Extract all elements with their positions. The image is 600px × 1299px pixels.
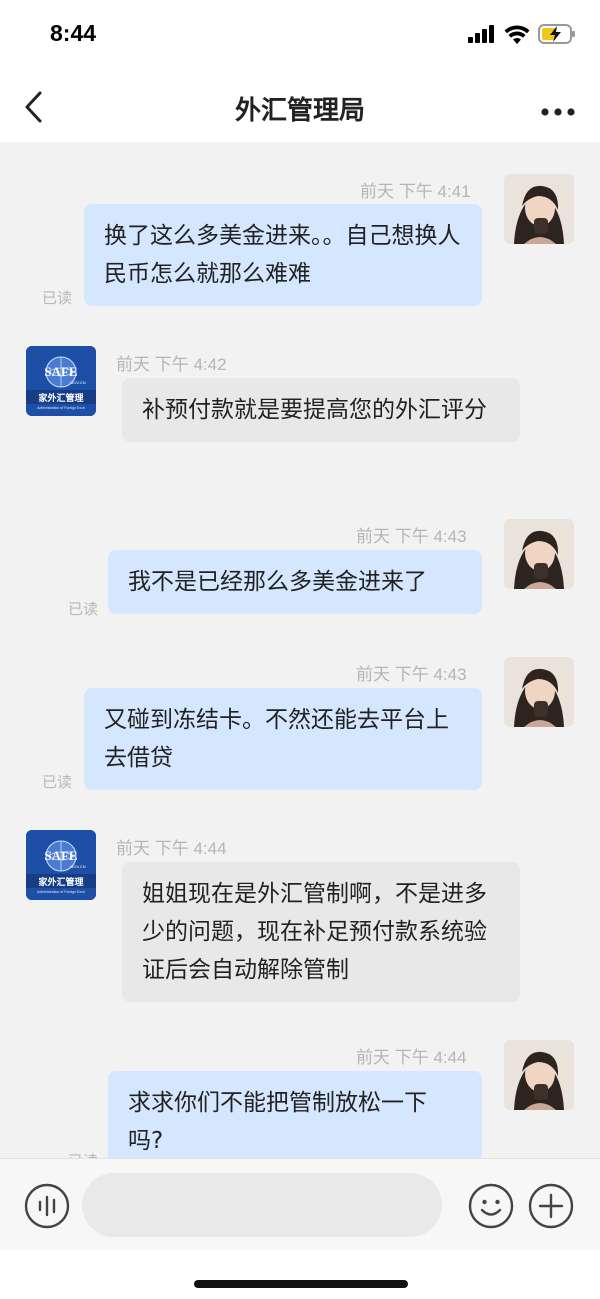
message-bubble[interactable]: 补预付款就是要提高您的外汇评分 — [122, 378, 520, 442]
emoji-icon — [468, 1183, 514, 1229]
read-receipt: 已读 — [42, 773, 73, 791]
signal-icon — [468, 25, 494, 43]
user-avatar[interactable] — [504, 519, 574, 589]
page-title: 外汇管理局 — [234, 96, 365, 126]
safe-logo-domain: GOV.CN — [70, 380, 86, 385]
nav-bar: 外汇管理局 — [0, 72, 600, 142]
wifi-icon — [504, 24, 530, 44]
message-timestamp: 前天 下午 4:42 — [116, 355, 227, 374]
safe-logo-domain: GOV.CN — [70, 864, 86, 869]
read-receipt: 已读 — [42, 289, 73, 307]
battery-charging-icon — [538, 24, 575, 44]
safe-logo-org: 家外汇管理 — [38, 876, 83, 888]
user-avatar[interactable] — [504, 174, 574, 244]
message-bubble[interactable]: 我不是已经那么多美金进来了 — [108, 550, 482, 614]
user-avatar[interactable] — [504, 1040, 574, 1110]
input-bar — [0, 1158, 600, 1250]
message-timestamp: 前天 下午 4:43 — [356, 665, 467, 684]
message-timestamp: 前天 下午 4:41 — [360, 182, 471, 201]
plus-button[interactable] — [528, 1183, 574, 1229]
safe-logo-text: SAFE — [44, 848, 77, 863]
safe-avatar[interactable]: SAFE GOV.CN 家外汇管理 Administration of Fore… — [26, 346, 96, 416]
status-time: 8:44 — [50, 20, 97, 46]
plus-icon — [528, 1183, 574, 1229]
home-indicator[interactable] — [194, 1280, 408, 1288]
message-timestamp: 前天 下午 4:43 — [356, 527, 467, 546]
voice-icon — [24, 1183, 70, 1229]
status-bar: 8:44 — [0, 0, 600, 72]
message-timestamp: 前天 下午 4:44 — [356, 1048, 467, 1067]
more-button[interactable] — [540, 102, 576, 116]
chat-area[interactable]: 前天 下午 4:41 换了这么多美金进来。。自己想换人民币怎么就那么难难 已读 … — [0, 142, 600, 1158]
read-receipt: 已读 — [68, 600, 99, 618]
voice-button[interactable] — [24, 1183, 70, 1229]
read-receipt: 已读 — [68, 1150, 98, 1158]
home-area — [0, 1250, 600, 1299]
user-avatar[interactable] — [504, 657, 574, 727]
safe-logo-org: 家外汇管理 — [38, 392, 83, 404]
message-bubble[interactable]: 换了这么多美金进来。。自己想换人民币怎么就那么难难 — [84, 204, 482, 306]
safe-logo-org-en: Administration of Foreign Exch — [37, 890, 85, 894]
safe-avatar[interactable]: SAFE GOV.CN 家外汇管理 Administration of Fore… — [26, 830, 96, 900]
safe-logo-text: SAFE — [44, 364, 77, 379]
message-timestamp: 前天 下午 4:44 — [116, 839, 227, 858]
safe-logo-org-en: Administration of Foreign Exch — [37, 406, 85, 410]
status-icons — [468, 24, 576, 44]
emoji-button[interactable] — [468, 1183, 514, 1229]
message-bubble[interactable]: 求求你们不能把管制放松一下吗? — [108, 1071, 482, 1158]
more-dots-icon — [541, 108, 575, 116]
message-input[interactable] — [82, 1173, 442, 1237]
message-bubble[interactable]: 姐姐现在是外汇管制啊，不是进多少的问题，现在补足预付款系统验证后会自动解除管制 — [122, 862, 520, 1002]
message-bubble[interactable]: 又碰到冻结卡。不然还能去平台上去借贷 — [84, 688, 482, 790]
